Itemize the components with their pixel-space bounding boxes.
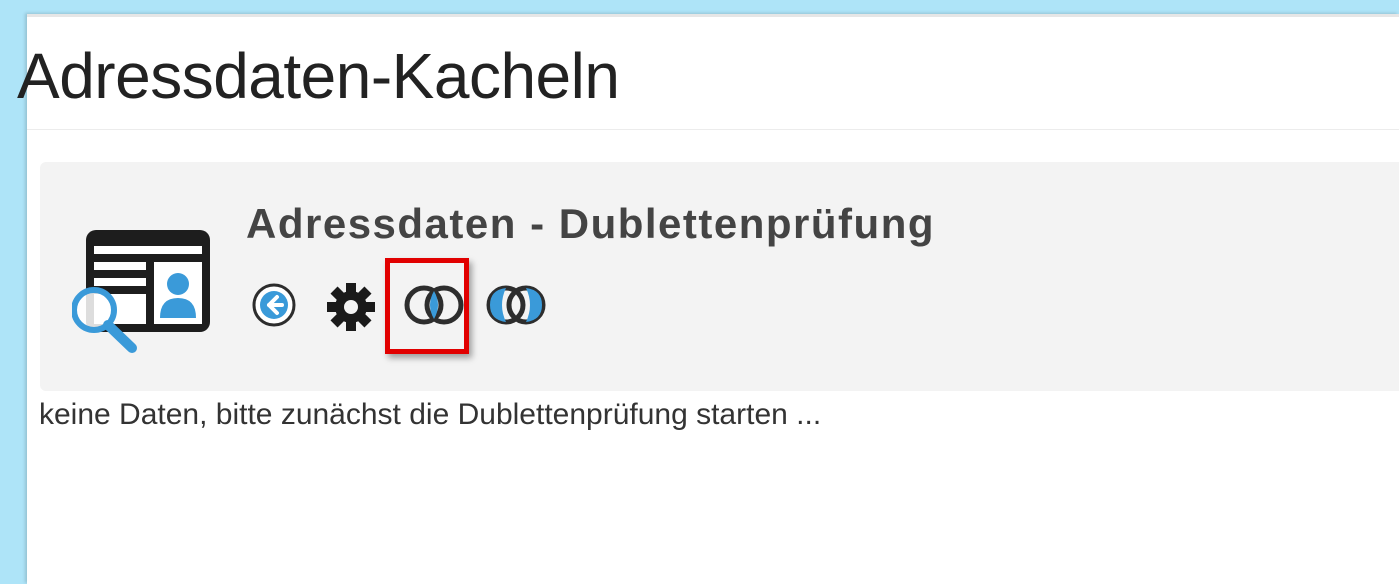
title-divider <box>27 129 1399 130</box>
highlight-box <box>385 258 469 354</box>
tile-title: Adressdaten - Dublettenprüfung <box>246 200 936 247</box>
address-card-search-icon <box>71 224 217 359</box>
page-title: Adressdaten-Kacheln <box>17 40 620 112</box>
content-panel: Adressdaten-Kacheln Adressdaten - Dublet… <box>17 14 1399 584</box>
address-data-tile: Adressdaten - Dublettenprüfung <box>40 162 1399 391</box>
overlapping-rings-icon <box>486 285 546 325</box>
status-message: keine Daten, bitte zunächst die Dublette… <box>39 398 822 431</box>
back-arrow-icon[interactable] <box>250 280 298 330</box>
gear-icon[interactable] <box>324 280 378 331</box>
duplicate-check-results-button[interactable] <box>482 280 552 330</box>
